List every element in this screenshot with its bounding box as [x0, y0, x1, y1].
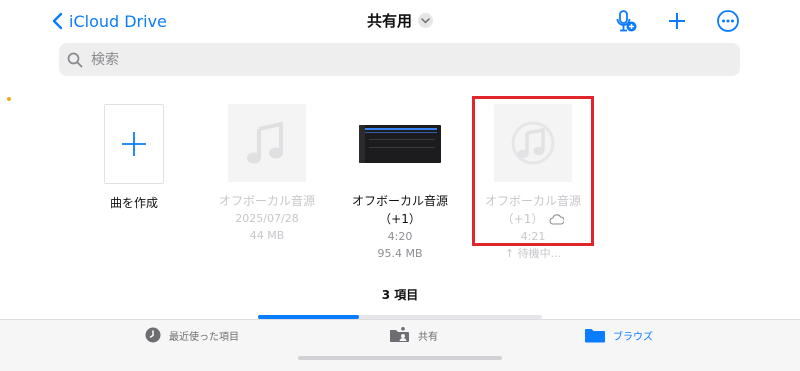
- indicator-dot: [7, 97, 11, 101]
- file-thumbnail: [359, 104, 441, 184]
- title-menu-button[interactable]: 共有用: [367, 10, 433, 31]
- item-name: オフボーカル音源: [351, 194, 448, 208]
- music-note-icon: [511, 121, 555, 165]
- item-duration: 4:21: [520, 230, 546, 243]
- item-size: 95.4 MB: [377, 247, 423, 260]
- folder-icon: [585, 328, 605, 342]
- search-icon: [67, 52, 83, 67]
- mic-button[interactable]: [614, 9, 638, 33]
- title-text: 共有用: [366, 12, 412, 30]
- tab-label: 共有: [418, 331, 438, 343]
- create-song-tile[interactable]: [104, 104, 164, 184]
- item-name-suffix: （+1）: [501, 212, 544, 226]
- home-indicator: [298, 356, 502, 360]
- more-button[interactable]: [716, 9, 740, 33]
- back-button[interactable]: iCloud Drive: [52, 8, 167, 34]
- tab-label: ブラウズ: [613, 331, 653, 343]
- tab-shared[interactable]: 共有: [389, 326, 438, 344]
- shared-folder-icon: [390, 327, 409, 342]
- clock-icon: [145, 327, 161, 343]
- item-name-row: （+1）: [502, 210, 565, 228]
- chevron-down-icon: [418, 13, 433, 28]
- item-name: オフボーカル音源: [484, 194, 581, 208]
- create-song-item[interactable]: 曲を作成: [74, 104, 194, 212]
- search-input[interactable]: [89, 50, 693, 69]
- file-item-uploading[interactable]: オフボーカル音源 （+1） 4:21 ↑ 待機中...: [473, 104, 593, 262]
- cloud-icon: [549, 213, 565, 225]
- search-bar[interactable]: [59, 43, 740, 76]
- tab-label: 最近使った項目: [169, 331, 239, 343]
- add-button[interactable]: [665, 9, 689, 33]
- more-icon: [717, 10, 739, 32]
- file-item[interactable]: オフボーカル音源 （+1） 4:20 95.4 MB: [340, 104, 460, 262]
- item-duration: 4:20: [387, 230, 413, 243]
- item-date: 2025/07/28: [235, 212, 299, 225]
- item-name: 曲を作成: [109, 196, 158, 210]
- item-name: オフボーカル音源: [218, 194, 315, 208]
- file-thumbnail: [228, 104, 306, 182]
- music-note-icon: [247, 121, 283, 164]
- tab-browse[interactable]: ブラウズ: [585, 326, 653, 344]
- plus-icon: [669, 13, 685, 29]
- plus-icon: [122, 132, 146, 156]
- chevron-left-icon: [52, 12, 63, 30]
- item-name-suffix: （+1）: [379, 212, 421, 226]
- tab-recents[interactable]: 最近使った項目: [145, 326, 239, 344]
- upload-status: ↑ 待機中...: [504, 247, 562, 260]
- item-count: 3 項目: [381, 288, 419, 302]
- back-label: iCloud Drive: [69, 11, 167, 31]
- item-size: 44 MB: [249, 229, 285, 242]
- file-thumbnail: [494, 104, 572, 182]
- file-item[interactable]: オフボーカル音源 2025/07/28 44 MB: [207, 104, 327, 244]
- mic-icon: [616, 10, 637, 32]
